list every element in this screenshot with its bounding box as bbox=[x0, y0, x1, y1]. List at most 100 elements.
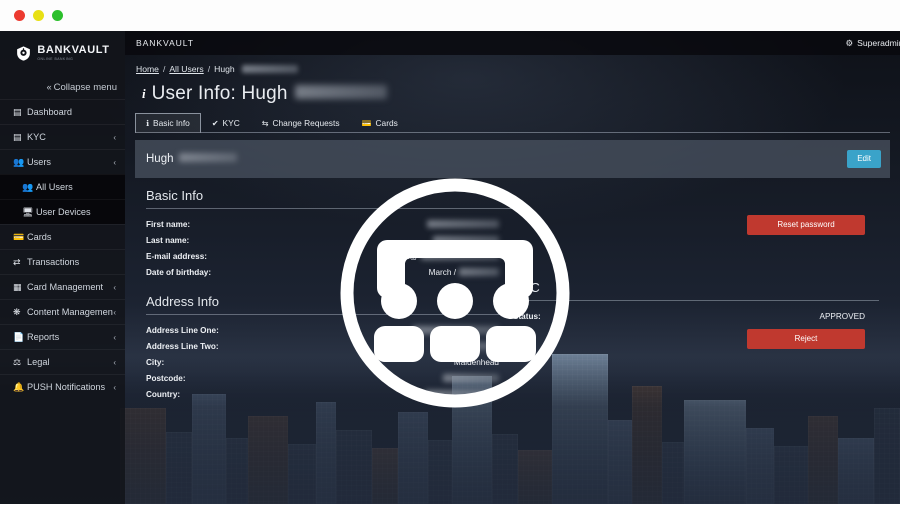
tab-cards[interactable]: 💳 Cards bbox=[351, 113, 409, 133]
status-badge: APPROVED bbox=[819, 311, 866, 321]
breadcrumb-current: Hugh bbox=[214, 64, 235, 74]
sidebar-item-label: Users bbox=[27, 157, 51, 167]
chevron-left-icon: ‹ bbox=[113, 382, 116, 392]
sidebar-item-user-devices[interactable]: 🖥 User Devices bbox=[0, 199, 125, 224]
users-icon: 👥 bbox=[13, 156, 25, 167]
collapse-menu-button[interactable]: « Collapse menu bbox=[0, 75, 125, 99]
redacted-value bbox=[458, 268, 499, 277]
sidebar-item-cards[interactable]: 💳 Cards bbox=[0, 224, 125, 249]
sidebar-item-kyc[interactable]: ▤ KYC ‹ bbox=[0, 124, 125, 149]
brand-text: BANKVAULT ONLINE BANKING bbox=[37, 44, 109, 61]
tab-change-requests[interactable]: ⇆ Change Requests bbox=[251, 113, 351, 133]
redacted-surname bbox=[178, 153, 237, 162]
breadcrumb-link-all-users[interactable]: All Users bbox=[169, 64, 203, 74]
field-value bbox=[296, 374, 513, 383]
sidebar-item-label: Reports bbox=[27, 332, 60, 342]
field-label: First name: bbox=[146, 219, 191, 229]
breadcrumb-separator: / bbox=[207, 64, 211, 74]
field-row: Address Line One: bbox=[146, 322, 513, 338]
reset-password-button[interactable]: Reset password bbox=[747, 215, 865, 235]
minimize-window-button[interactable] bbox=[33, 10, 44, 21]
panel-header: Hugh Edit bbox=[135, 140, 890, 178]
brand-logo[interactable]: BANKVAULT ONLINE BANKING bbox=[0, 31, 125, 75]
tab-kyc[interactable]: ✔ KYC bbox=[201, 113, 251, 133]
field-row: Postcode: bbox=[146, 370, 513, 386]
chevron-left-icon: ‹ bbox=[113, 132, 116, 142]
field-label: Last name: bbox=[146, 235, 190, 245]
address-info-title: Address Info bbox=[146, 294, 219, 309]
redacted-surname bbox=[241, 65, 298, 73]
field-value bbox=[296, 326, 513, 335]
info-icon: ℹ bbox=[146, 118, 150, 128]
topbar-brand: BANKVAULT bbox=[136, 38, 194, 48]
kyc-icon: ▤ bbox=[13, 131, 22, 142]
sidebar-item-label: Legal bbox=[27, 357, 50, 367]
field-row: First name: bbox=[146, 216, 513, 232]
field-label: Postcode: bbox=[146, 373, 186, 383]
sidebar-item-push-notifications[interactable]: 🔔 PUSH Notifications ‹ bbox=[0, 374, 125, 399]
exchange-icon: ⇆ bbox=[261, 118, 269, 128]
chevron-left-icon: ‹ bbox=[113, 332, 116, 342]
window-controls bbox=[14, 10, 63, 21]
sidebar-item-transactions[interactable]: ⇄ Transactions bbox=[0, 249, 125, 274]
sidebar-item-label: Cards bbox=[27, 232, 52, 242]
topbar: BANKVAULT ⚙ Superadmin ▾ bbox=[125, 31, 900, 55]
tab-label: Basic Info bbox=[153, 118, 190, 128]
bell-icon: 🔔 bbox=[13, 381, 25, 392]
edit-button[interactable]: Edit bbox=[847, 150, 881, 168]
tab-label: Change Requests bbox=[272, 118, 340, 128]
collapse-menu-label: Collapse menu bbox=[53, 81, 117, 93]
divider bbox=[146, 314, 513, 315]
redacted-value bbox=[426, 220, 499, 229]
sidebar-item-content-management[interactable]: ❋ Content Management ‹ bbox=[0, 299, 125, 324]
field-value bbox=[296, 342, 513, 351]
field-row: City: Maidenhead bbox=[146, 354, 513, 370]
brand-tagline: ONLINE BANKING bbox=[37, 56, 74, 61]
sidebar-item-users[interactable]: 👥 Users ‹ bbox=[0, 149, 125, 174]
breadcrumb: Home / All Users / Hugh bbox=[125, 55, 900, 74]
legal-icon: ⚖ bbox=[13, 356, 22, 367]
divider bbox=[512, 300, 879, 301]
reject-button[interactable]: Reject bbox=[747, 329, 865, 349]
info-icon: i bbox=[142, 86, 146, 101]
sidebar-item-all-users[interactable]: 👥 All Users bbox=[0, 174, 125, 199]
sidebar: BANKVAULT ONLINE BANKING « Collapse menu… bbox=[0, 31, 125, 504]
field-row: Date of birthday: March / bbox=[146, 264, 513, 280]
tab-basic-info[interactable]: ℹ Basic Info bbox=[135, 113, 201, 133]
sidebar-item-dashboard[interactable]: ▤ Dashboard bbox=[0, 99, 125, 124]
tab-label: Cards bbox=[375, 118, 398, 128]
city-value: Maidenhead bbox=[453, 357, 499, 367]
email-value: hugh@ bbox=[391, 251, 418, 261]
redacted-value bbox=[420, 252, 499, 261]
user-menu[interactable]: ⚙ Superadmin ▾ bbox=[846, 38, 900, 49]
kyc-section: KYC Status: APPROVED Reject bbox=[512, 280, 879, 349]
field-label: Address Line One: bbox=[146, 325, 219, 335]
kyc-title: KYC bbox=[512, 280, 540, 295]
window-titlebar bbox=[0, 0, 900, 31]
maximize-window-button[interactable] bbox=[52, 10, 63, 21]
main-content: Home / All Users / Hugh i User Info: Hug… bbox=[125, 55, 900, 504]
page-title: i User Info: Hugh bbox=[125, 74, 900, 105]
redacted-surname bbox=[294, 85, 387, 99]
all-users-icon: 👥 bbox=[22, 181, 34, 192]
kyc-status-label: Status: bbox=[512, 311, 541, 321]
field-label: E-mail address: bbox=[146, 251, 207, 261]
browser-window: BANKVAULT ⚙ Superadmin ▾ BAN bbox=[0, 0, 900, 525]
gear-icon: ⚙ bbox=[845, 37, 854, 48]
sidebar-item-label: Card Management bbox=[27, 282, 104, 292]
reports-icon: 📄 bbox=[13, 331, 25, 342]
sidebar-item-reports[interactable]: 📄 Reports ‹ bbox=[0, 324, 125, 349]
reset-password-wrap: Reset password bbox=[513, 215, 879, 235]
panel-user-name: Hugh bbox=[146, 153, 237, 165]
sidebar-item-label: Transactions bbox=[27, 257, 80, 267]
sidebar-item-legal[interactable]: ⚖ Legal ‹ bbox=[0, 349, 125, 374]
breadcrumb-link-home[interactable]: Home bbox=[136, 64, 159, 74]
chevron-left-icon: ‹ bbox=[113, 157, 116, 167]
close-window-button[interactable] bbox=[14, 10, 25, 21]
redacted-value bbox=[436, 342, 499, 351]
page-title-label: User Info: Hugh bbox=[151, 83, 288, 104]
basic-info-title: Basic Info bbox=[146, 188, 204, 203]
left-column: Basic Info First name: Last name: E-mail… bbox=[146, 188, 513, 402]
sidebar-item-card-management[interactable]: ▦ Card Management ‹ bbox=[0, 274, 125, 299]
